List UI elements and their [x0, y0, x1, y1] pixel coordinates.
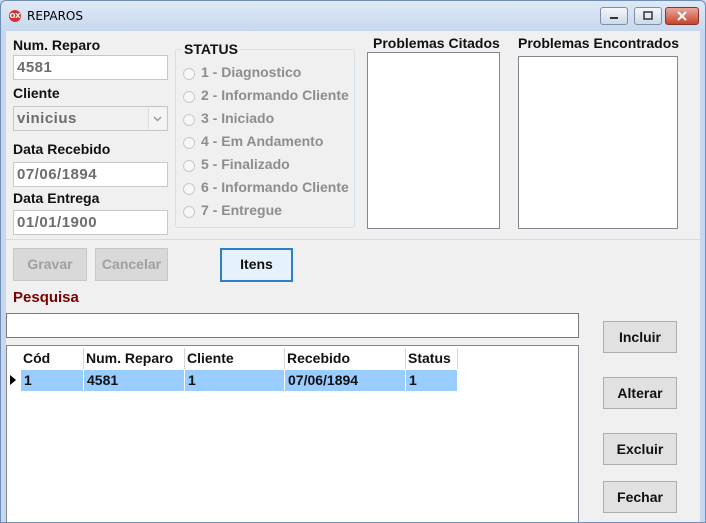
data-entrega-label: Data Entrega	[13, 190, 100, 206]
status-option-label: 5 - Finalizado	[201, 156, 290, 172]
maximize-icon	[643, 11, 653, 20]
pesquisa-label: Pesquisa	[13, 289, 79, 306]
problemas-citados-list[interactable]	[367, 52, 500, 229]
radio-circle	[183, 91, 195, 103]
incluir-button[interactable]: Incluir	[603, 321, 677, 353]
data-recebido-label: Data Recebido	[13, 141, 111, 157]
grid-cell-recebido[interactable]: 07/06/1894	[285, 370, 406, 391]
status-radio-3[interactable]: 3 - Iniciado	[182, 109, 353, 129]
separator	[6, 239, 700, 240]
fechar-button[interactable]: Fechar	[603, 481, 677, 513]
status-title: STATUS	[182, 41, 240, 57]
column-header-status[interactable]: Status	[406, 348, 458, 369]
radio-circle	[183, 160, 195, 172]
cliente-select[interactable]: vinicius	[13, 106, 168, 131]
status-radio-4[interactable]: 4 - Em Andamento	[182, 132, 353, 152]
num-reparo-field[interactable]: 4581	[13, 55, 168, 80]
minimize-icon	[610, 17, 618, 19]
num-reparo-label: Num. Reparo	[13, 37, 101, 53]
radio-circle	[183, 206, 195, 218]
alterar-button[interactable]: Alterar	[603, 377, 677, 409]
status-radio-7[interactable]: 7 - Entregue	[182, 201, 353, 221]
radio-circle	[183, 183, 195, 195]
status-radio-6[interactable]: 6 - Informando Cliente	[182, 178, 353, 198]
status-option-label: 1 - Diagnostico	[201, 64, 302, 80]
radio-circle	[183, 114, 195, 126]
grid-cell-cod[interactable]: 1	[21, 370, 84, 391]
grid-cell-status[interactable]: 1	[406, 370, 458, 391]
cancelar-button[interactable]: Cancelar	[95, 248, 168, 281]
radio-circle	[183, 137, 195, 149]
status-option-label: 3 - Iniciado	[201, 110, 275, 126]
data-entrega-field[interactable]: 01/01/1900	[13, 210, 168, 235]
column-header-recebido[interactable]: Recebido	[285, 348, 406, 369]
status-option-label: 2 - Informando Cliente	[201, 87, 349, 103]
cliente-select-value: vinicius	[17, 110, 77, 127]
search-input[interactable]	[6, 313, 579, 338]
gravar-button[interactable]: Gravar	[13, 248, 87, 281]
problemas-citados-label: Problemas Citados	[373, 35, 500, 51]
minimize-button[interactable]	[600, 7, 628, 25]
close-button[interactable]	[665, 7, 699, 25]
column-header-num-reparo[interactable]: Num. Reparo	[84, 348, 185, 369]
problemas-encontrados-label: Problemas Encontrados	[518, 35, 680, 51]
status-option-label: 7 - Entregue	[201, 202, 282, 218]
excluir-button[interactable]: Excluir	[603, 433, 677, 465]
status-radio-2[interactable]: 2 - Informando Cliente	[182, 86, 353, 106]
row-indicator-icon	[10, 375, 16, 385]
chevron-down-icon	[153, 116, 162, 122]
data-recebido-field[interactable]: 07/06/1894	[13, 162, 168, 187]
title-bar[interactable]: OX REPAROS	[1, 1, 705, 31]
grid-cell-num-reparo[interactable]: 4581	[84, 370, 185, 391]
reparos-window: OX REPAROS Num. Reparo 4581 Cliente vini…	[0, 0, 706, 523]
status-option-label: 4 - Em Andamento	[201, 133, 324, 149]
reparos-grid[interactable]: Cód Num. Reparo Cliente Recebido Status …	[6, 345, 579, 522]
problemas-encontrados-list[interactable]	[518, 56, 678, 229]
radio-circle	[183, 68, 195, 80]
status-radio-5[interactable]: 5 - Finalizado	[182, 155, 353, 175]
close-icon	[677, 11, 687, 21]
column-header-cliente[interactable]: Cliente	[185, 348, 285, 369]
status-radio-1[interactable]: 1 - Diagnostico	[182, 63, 353, 83]
maximize-button[interactable]	[634, 7, 662, 25]
form-area: Num. Reparo 4581 Cliente vinicius Data R…	[6, 31, 700, 522]
status-option-label: 6 - Informando Cliente	[201, 179, 349, 195]
dropdown-button[interactable]	[148, 108, 166, 129]
app-icon[interactable]: OX	[9, 10, 21, 22]
window-title: REPAROS	[27, 9, 83, 23]
column-header-cod[interactable]: Cód	[21, 348, 84, 369]
grid-cell-cliente[interactable]: 1	[185, 370, 285, 391]
itens-button[interactable]: Itens	[220, 248, 293, 282]
cliente-label: Cliente	[13, 85, 60, 101]
